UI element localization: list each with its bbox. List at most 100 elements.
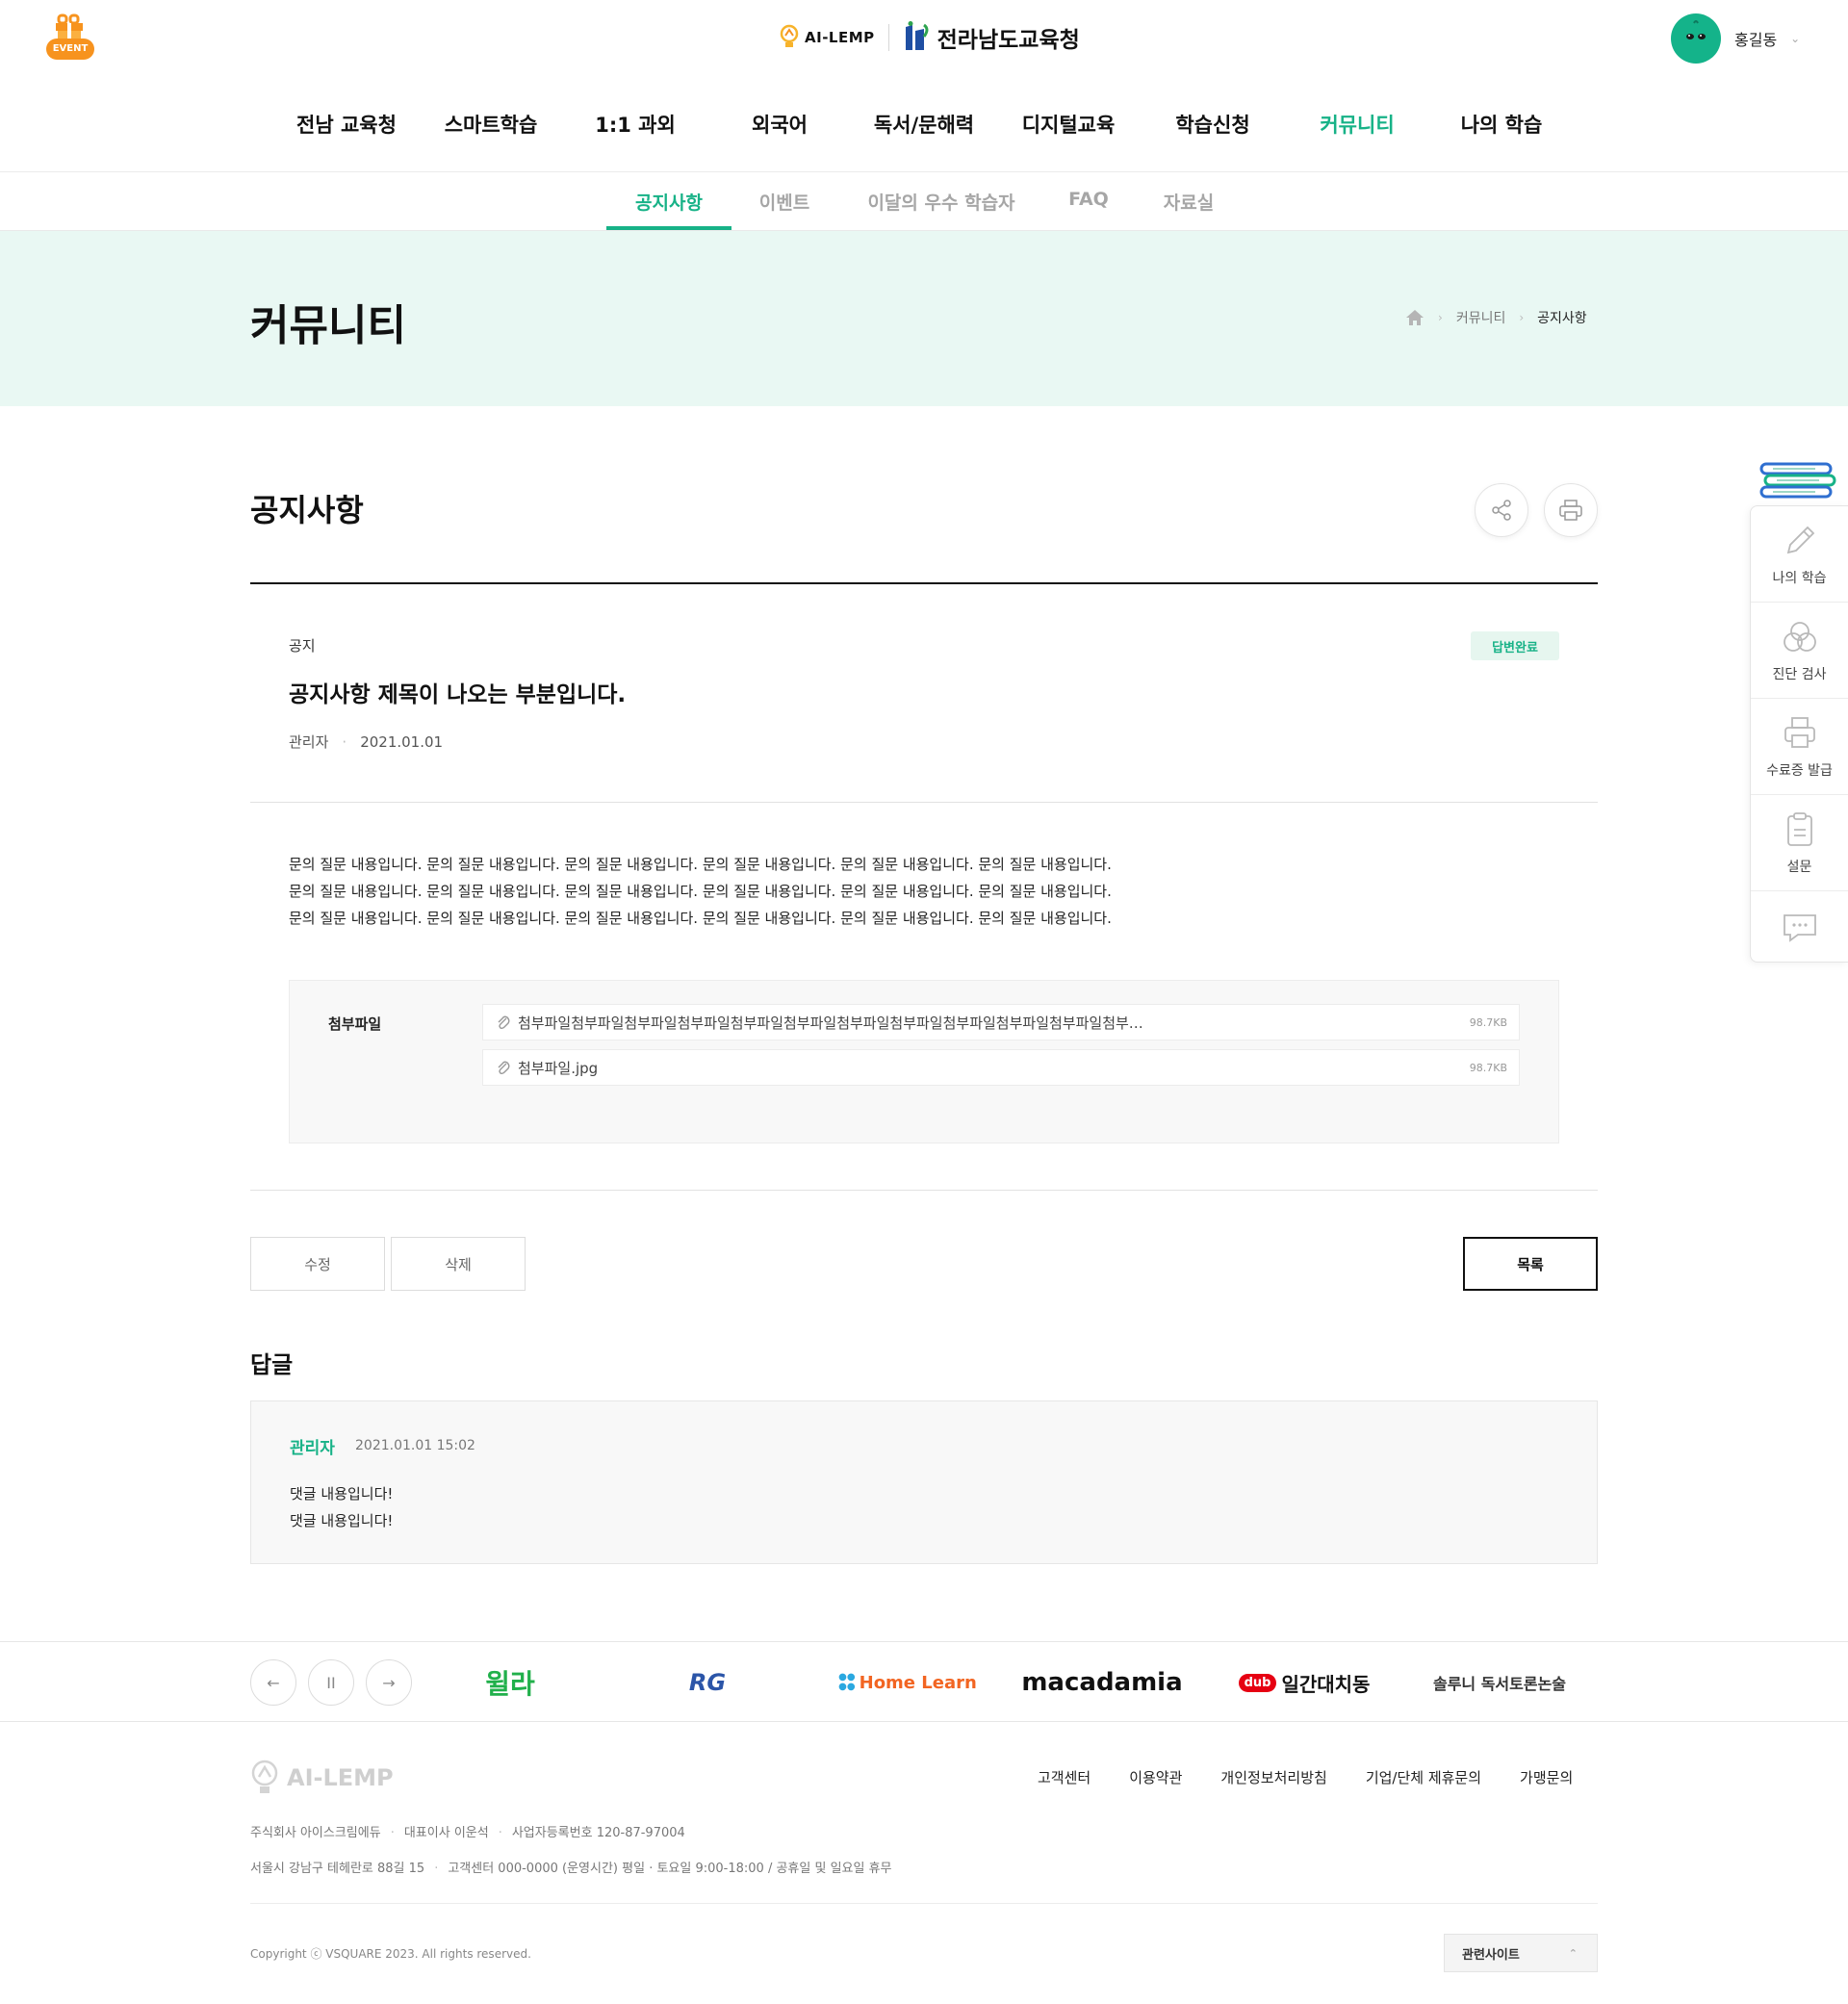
quick-item-label: 진단 검사 <box>1772 666 1827 682</box>
arrow-left-icon: ← <box>267 1673 280 1692</box>
gnb-item-digital[interactable]: 디지털교육 <box>991 110 1145 139</box>
quick-item-survey[interactable]: 설문 <box>1751 795 1848 891</box>
partner-logo-macadamia[interactable]: macadamia <box>1021 1663 1182 1702</box>
sub-navigation: 공지사항 이벤트 이달의 우수 학습자 FAQ 자료실 <box>0 173 1848 231</box>
event-button[interactable]: EVENT <box>44 13 96 64</box>
carousel-prev-button[interactable]: ← <box>250 1659 296 1706</box>
attachments-label: 첨부파일 <box>328 1015 382 1033</box>
footer-link-terms[interactable]: 이용약관 <box>1129 1767 1182 1787</box>
edit-button[interactable]: 수정 <box>250 1237 385 1291</box>
partner-logo-soluni[interactable]: 솔루니 독서토론논술 <box>1432 1663 1567 1702</box>
pause-icon: II <box>326 1673 336 1692</box>
attachment-item[interactable]: 첨부파일첨부파일첨부파일첨부파일첨부파일첨부파일첨부파일첨부파일첨부파일첨부파일… <box>482 1004 1520 1041</box>
reply-section-title: 답글 <box>250 1351 294 1378</box>
avatar[interactable] <box>1671 13 1721 64</box>
chat-icon <box>1783 913 1816 942</box>
attachment-name[interactable]: 첨부파일.jpg <box>518 1058 1450 1078</box>
company-info: 주식회사 아이스크림에듀 · 대표이사 이운석 · 사업자등록번호 120-87-970… <box>250 1822 685 1840</box>
footer-link-customer-center[interactable]: 고객센터 <box>1038 1767 1091 1787</box>
quick-item-diagnosis[interactable]: 진단 검사 <box>1751 603 1848 699</box>
tab-archive[interactable]: 자료실 <box>1145 189 1232 215</box>
gnb-item-smart-learning[interactable]: 스마트학습 <box>414 110 568 139</box>
footer-logo: AI-LEMP <box>250 1760 394 1796</box>
tab-best-learner[interactable]: 이달의 우수 학습자 <box>845 189 1038 215</box>
paperclip-icon <box>498 1015 510 1030</box>
bulb-icon <box>251 1760 278 1793</box>
quick-item-certificate[interactable]: 수료증 발급 <box>1751 699 1848 795</box>
chevron-right-icon: › <box>1519 311 1525 324</box>
gnb-item-my-learning[interactable]: 나의 학습 <box>1424 110 1578 139</box>
quick-menu-books-icon <box>1758 460 1838 508</box>
related-sites-select[interactable]: 관련사이트 ⌃ <box>1444 1934 1598 1972</box>
active-tab-indicator <box>606 226 732 230</box>
related-sites-label: 관련사이트 <box>1462 1947 1520 1963</box>
list-button[interactable]: 목록 <box>1463 1237 1598 1291</box>
gnb-item-community[interactable]: 커뮤니티 <box>1280 110 1434 139</box>
dub-badge: dub <box>1238 1673 1277 1692</box>
partner-logo-homelearn[interactable]: ●● ●● Home Learn <box>835 1663 980 1702</box>
chevron-up-icon: ⌃ <box>1568 1946 1578 1960</box>
gnb-item-apply[interactable]: 학습신청 <box>1136 110 1290 139</box>
carousel-next-button[interactable]: → <box>366 1659 412 1706</box>
partner-logo-willa[interactable]: 윌라 <box>472 1663 549 1702</box>
character-face-icon <box>1686 20 1706 39</box>
gnb-item-reading[interactable]: 독서/문해력 <box>847 110 1001 139</box>
home-icon[interactable] <box>1405 309 1424 326</box>
ai-lemp-logo: AI-LEMP <box>778 24 875 51</box>
jeonnam-office-logo: 전라남도교육청 <box>903 21 1080 54</box>
arrow-right-icon: → <box>382 1673 396 1692</box>
page-banner: 커뮤니티 › 커뮤니티 › 공지사항 <box>0 231 1848 406</box>
gnb-item-tutoring[interactable]: 1:1 과외 <box>558 110 712 139</box>
paperclip-icon <box>498 1061 510 1075</box>
attachment-size: 98.7KB <box>1469 1015 1507 1029</box>
user-name[interactable]: 홍길동 <box>1734 27 1777 50</box>
gnb-item-foreign-language[interactable]: 외국어 <box>703 110 857 139</box>
attachment-size: 98.7KB <box>1469 1061 1507 1074</box>
company-ceo: 대표이사 이운석 <box>403 1826 489 1840</box>
page-title: 커뮤니티 <box>250 301 406 350</box>
attachments-panel: 첨부파일 첨부파일첨부파일첨부파일첨부파일첨부파일첨부파일첨부파일첨부파일첨부파… <box>289 980 1559 1143</box>
user-menu[interactable]: 홍길동 ⌄ <box>1671 13 1800 64</box>
partner-logo-ilgan-daechi[interactable]: dub 일간대치동 <box>1232 1663 1376 1702</box>
reply-author: 관리자 <box>290 1439 335 1458</box>
delete-button[interactable]: 삭제 <box>391 1237 526 1291</box>
tab-event[interactable]: 이벤트 <box>741 189 828 215</box>
post-meta: 관리자 · 2021.01.01 <box>289 732 443 752</box>
share-button[interactable] <box>1475 483 1528 537</box>
footer-links: 고객센터 이용약관 개인정보처리방침 기업/단체 제휴문의 가맹문의 <box>1038 1767 1573 1787</box>
status-badge: 답변완료 <box>1471 631 1559 660</box>
logo-divider <box>887 24 889 51</box>
printer-icon <box>1784 716 1815 748</box>
chevron-down-icon[interactable]: ⌄ <box>1790 32 1800 45</box>
homelearn-text: Home Learn <box>859 1672 977 1693</box>
clipboard-icon <box>1786 811 1812 846</box>
partner-logo-rg[interactable]: RG <box>674 1663 741 1702</box>
footer-link-privacy[interactable]: 개인정보처리방침 <box>1220 1767 1326 1787</box>
board-title: 공지사항 <box>250 492 364 528</box>
post-title: 공지사항 제목이 나오는 부분입니다. <box>289 682 627 707</box>
business-number: 사업자등록번호 120-87-97004 <box>511 1826 685 1840</box>
quick-item-chat[interactable] <box>1751 891 1848 963</box>
carousel-pause-button[interactable]: II <box>308 1659 354 1706</box>
tab-notice[interactable]: 공지사항 <box>606 189 732 215</box>
reply-body: 댓글 내용입니다! 댓글 내용입니다! <box>290 1480 393 1534</box>
footer-link-franchise[interactable]: 가맹문의 <box>1520 1767 1573 1787</box>
tab-faq[interactable]: FAQ <box>1049 189 1128 210</box>
quick-item-my-learning[interactable]: 나의 학습 <box>1751 506 1848 603</box>
gnb-item-jeonnam[interactable]: 전남 교육청 <box>270 110 424 139</box>
breadcrumb-community[interactable]: 커뮤니티 <box>1456 308 1506 327</box>
attachment-item[interactable]: 첨부파일.jpg 98.7KB <box>482 1049 1520 1086</box>
header-logo[interactable]: AI-LEMP 전라남도교육청 <box>778 17 1080 58</box>
jeonnam-office-text: 전라남도교육청 <box>937 28 1080 53</box>
post-body-line: 문의 질문 내용입니다. 문의 질문 내용입니다. 문의 질문 내용입니다. 문… <box>289 856 1112 873</box>
reply-box: 관리자 2021.01.01 15:02 댓글 내용입니다! 댓글 내용입니다! <box>250 1400 1598 1564</box>
printer-icon <box>1559 500 1582 521</box>
jeonnam-emblem-icon <box>905 21 929 50</box>
homelearn-dots-icon: ●● ●● <box>838 1672 856 1692</box>
quick-item-label: 나의 학습 <box>1772 570 1827 586</box>
copyright: Copyright ⓒ VSQUARE 2023. All rights res… <box>250 1947 531 1961</box>
footer-link-partnership[interactable]: 기업/단체 제휴문의 <box>1366 1767 1481 1787</box>
print-button[interactable] <box>1544 483 1598 537</box>
chevron-right-icon: › <box>1438 311 1443 324</box>
attachment-name[interactable]: 첨부파일첨부파일첨부파일첨부파일첨부파일첨부파일첨부파일첨부파일첨부파일첨부파일… <box>518 1013 1450 1033</box>
